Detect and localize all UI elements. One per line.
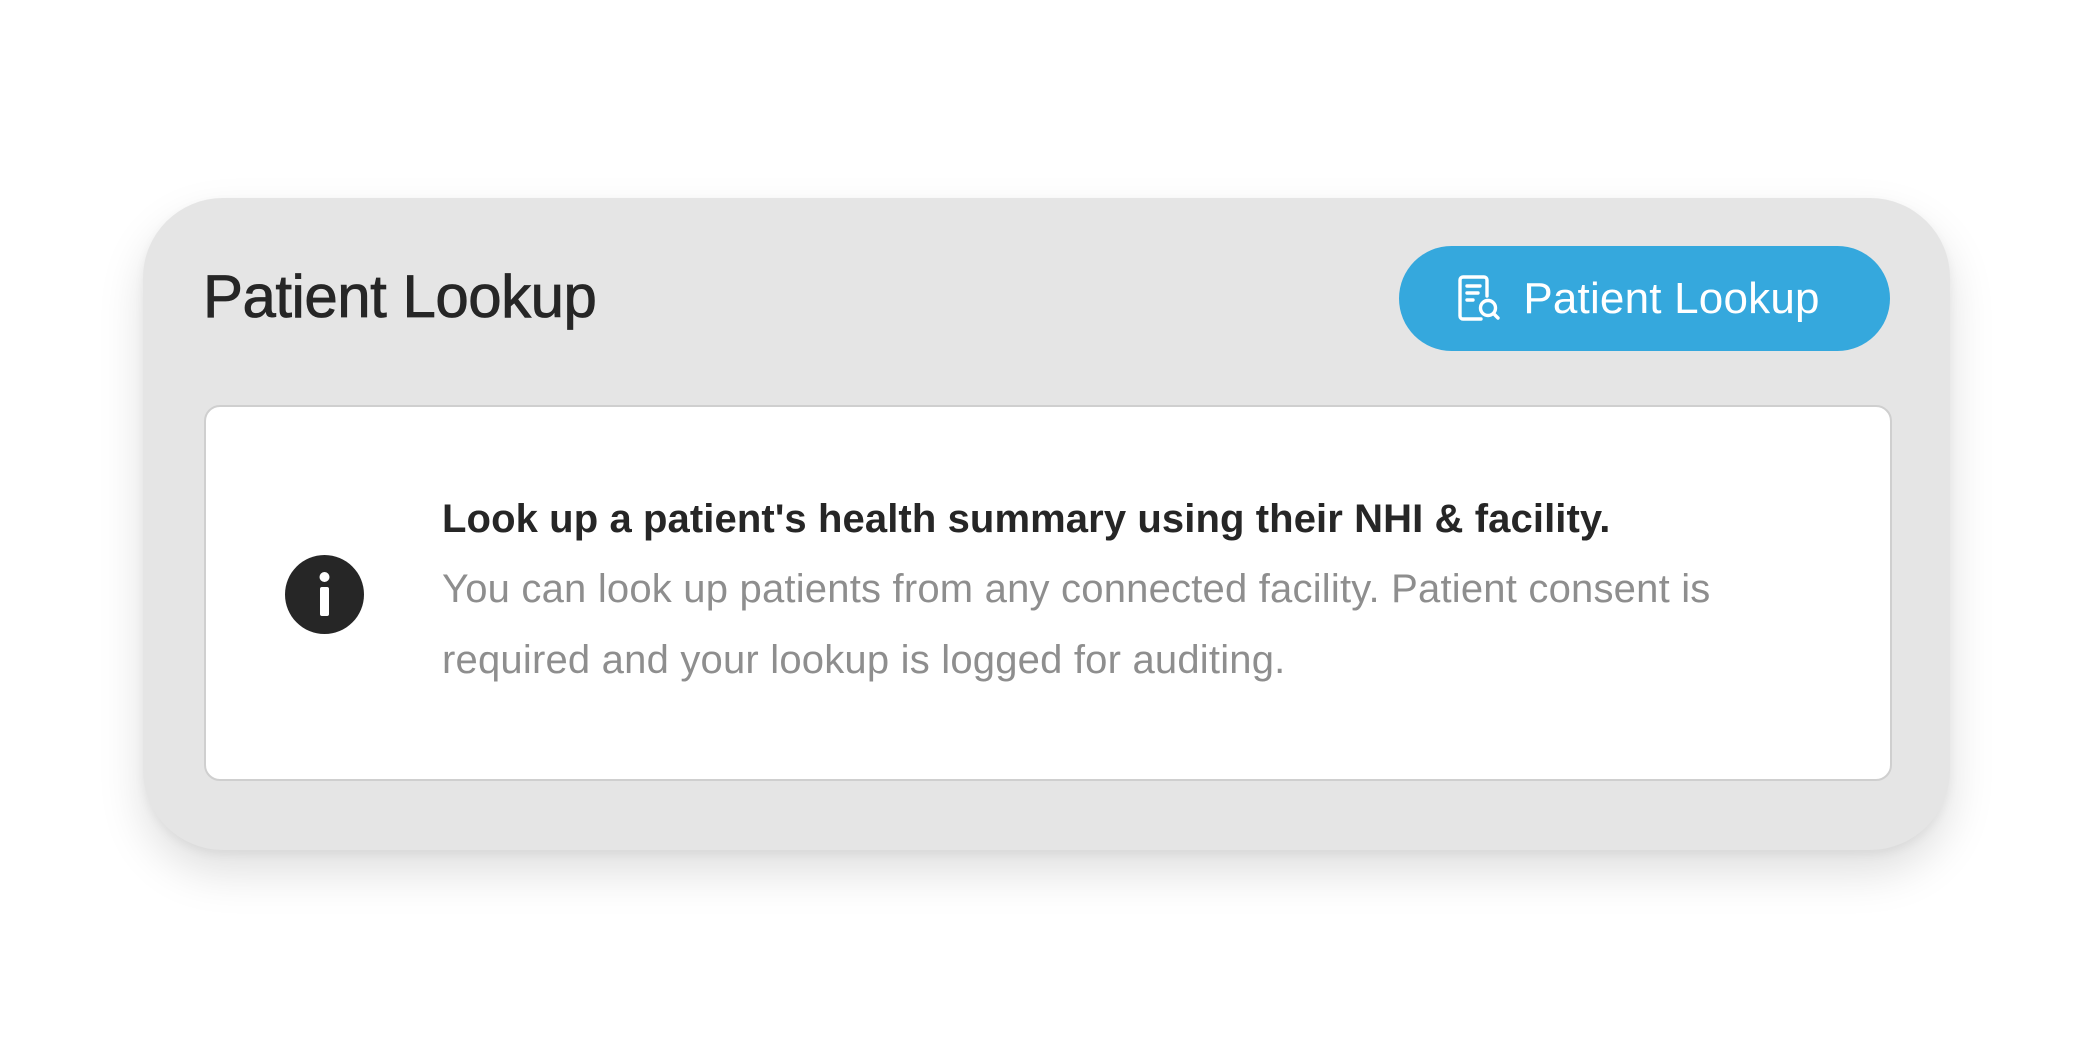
- patient-lookup-card: Patient Lookup Patient Lookup Look up a …: [143, 198, 1950, 850]
- card-title: Patient Lookup: [203, 263, 598, 331]
- document-search-icon: [1457, 274, 1501, 324]
- info-text: Look up a patient's health summary using…: [442, 495, 1842, 696]
- patient-lookup-button[interactable]: Patient Lookup: [1399, 246, 1890, 351]
- info-body: You can look up patients from any connec…: [442, 567, 1711, 682]
- info-callout: Look up a patient's health summary using…: [204, 405, 1892, 781]
- info-heading: Look up a patient's health summary using…: [442, 497, 1611, 541]
- patient-lookup-button-label: Patient Lookup: [1523, 273, 1820, 323]
- info-icon: [285, 555, 364, 634]
